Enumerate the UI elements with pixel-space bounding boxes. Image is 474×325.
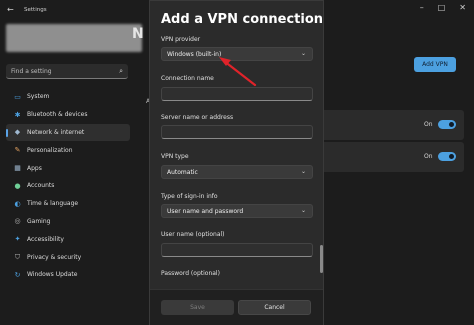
bluetooth-icon: ✱ — [14, 110, 21, 119]
sidebar-item-privacy-security[interactable]: ⛉ Privacy & security — [6, 248, 130, 266]
sidebar-item-label: Apps — [27, 164, 42, 172]
signin-type-value: User name and password — [167, 208, 244, 215]
sidebar-item-label: Privacy & security — [27, 253, 82, 261]
toggle-switch[interactable] — [438, 152, 456, 161]
toggle-state-label: On — [424, 153, 433, 160]
signin-type-select[interactable]: User name and password ⌄ — [161, 204, 313, 218]
vpn-setting-row: On — [320, 142, 464, 172]
vpn-provider-label: VPN provider — [161, 36, 201, 43]
connection-name-input[interactable] — [161, 87, 313, 101]
add-vpn-dialog: Add a VPN connection VPN provider Window… — [149, 0, 324, 325]
back-arrow-icon[interactable]: ← — [7, 5, 14, 14]
add-vpn-button[interactable]: Add VPN — [414, 57, 456, 72]
vpn-setting-row: On — [320, 110, 464, 140]
toggle-state-label: On — [424, 121, 433, 128]
sidebar-item-label: Gaming — [27, 217, 51, 225]
brush-icon: ✎ — [14, 146, 21, 155]
app-title: Settings — [24, 7, 47, 13]
save-button[interactable]: Save — [161, 300, 234, 315]
shield-icon: ⛉ — [14, 252, 21, 261]
search-input[interactable]: Find a setting ⌕ — [6, 64, 128, 79]
minimize-button[interactable]: – — [420, 3, 424, 12]
vpn-provider-value: Windows (built-in) — [167, 51, 222, 58]
dialog-scrollbar[interactable] — [320, 7, 323, 285]
sidebar-item-label: Network & internet — [27, 128, 85, 136]
sidebar-item-label: Windows Update — [27, 271, 78, 279]
sidebar-item-label: Bluetooth & devices — [27, 111, 88, 119]
sidebar-item-accounts[interactable]: ● Accounts — [6, 177, 130, 195]
globe-icon: ◐ — [14, 199, 21, 208]
vpn-provider-select[interactable]: Windows (built-in) ⌄ — [161, 47, 313, 61]
sidebar-item-gaming[interactable]: ◎ Gaming — [6, 213, 130, 231]
search-placeholder: Find a setting — [11, 67, 52, 75]
chevron-down-icon: ⌄ — [300, 207, 306, 214]
connection-name-label: Connection name — [161, 75, 214, 82]
apps-icon: ▦ — [14, 164, 21, 173]
username-label: User name (optional) — [161, 231, 225, 238]
wifi-icon: ◆ — [14, 128, 21, 137]
vpn-type-value: Automatic — [167, 169, 198, 176]
scroll-thumb[interactable] — [320, 245, 323, 273]
page-title: N — [132, 26, 144, 42]
cancel-button[interactable]: Cancel — [238, 300, 311, 315]
username-input[interactable] — [161, 243, 313, 257]
maximize-button[interactable]: □ — [438, 3, 446, 12]
chevron-down-icon: ⌄ — [300, 50, 306, 57]
server-label: Server name or address — [161, 114, 234, 121]
gamepad-icon: ◎ — [14, 217, 21, 226]
toggle-switch[interactable] — [438, 120, 456, 129]
sidebar-item-personalization[interactable]: ✎ Personalization — [6, 141, 130, 159]
signin-type-label: Type of sign-in info — [161, 193, 218, 200]
sidebar-item-network-internet[interactable]: ◆ Network & internet — [6, 123, 130, 142]
dialog-title: Add a VPN connection — [161, 12, 324, 27]
window-controls: – □ ✕ — [420, 3, 466, 12]
sidebar-item-bluetooth-devices[interactable]: ✱ Bluetooth & devices — [6, 106, 130, 124]
update-icon: ↻ — [14, 270, 21, 279]
sidebar-item-label: System — [27, 93, 50, 101]
password-label: Password (optional) — [161, 270, 220, 277]
sidebar-item-windows-update[interactable]: ↻ Windows Update — [6, 266, 130, 284]
monitor-icon: ▭ — [14, 92, 21, 101]
sidebar-item-accessibility[interactable]: ✦ Accessibility — [6, 230, 130, 248]
sidebar-item-label: Accounts — [27, 182, 55, 190]
vpn-type-select[interactable]: Automatic ⌄ — [161, 165, 313, 179]
vpn-type-label: VPN type — [161, 153, 189, 160]
sidebar-item-label: Accessibility — [27, 235, 64, 243]
sidebar-item-apps[interactable]: ▦ Apps — [6, 159, 130, 177]
sidebar-nav: ▭ System ✱ Bluetooth & devices ◆ Network & in… — [6, 88, 130, 284]
accessibility-icon: ✦ — [14, 235, 21, 244]
chevron-down-icon: ⌄ — [300, 168, 306, 175]
search-icon: ⌕ — [119, 67, 123, 75]
close-button[interactable]: ✕ — [459, 3, 466, 12]
user-profile-card[interactable] — [6, 24, 142, 52]
server-input[interactable] — [161, 125, 313, 139]
sidebar-item-time-language[interactable]: ◐ Time & language — [6, 195, 130, 213]
person-icon: ● — [14, 181, 21, 190]
sidebar-item-system[interactable]: ▭ System — [6, 88, 130, 106]
sidebar-item-label: Time & language — [27, 200, 79, 208]
dialog-footer: Save Cancel — [150, 289, 323, 325]
sidebar-item-label: Personalization — [27, 146, 73, 154]
